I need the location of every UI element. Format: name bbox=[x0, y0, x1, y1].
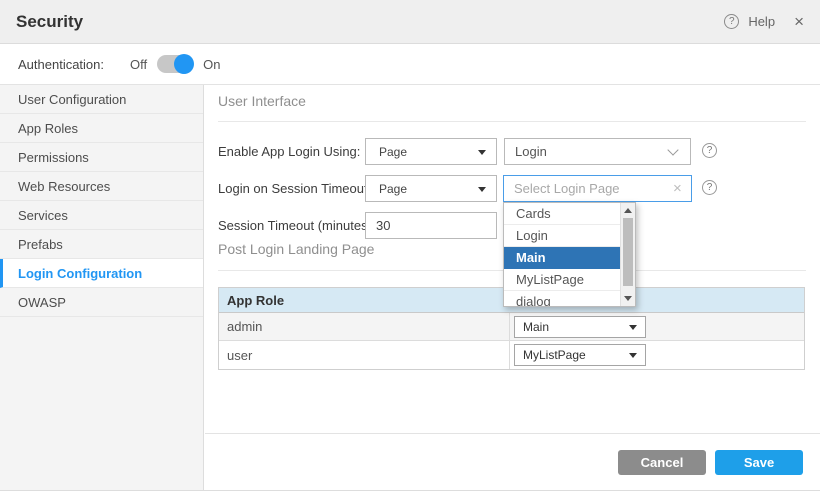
dropdown-option-main[interactable]: Main bbox=[504, 247, 620, 269]
landing-page-select-user[interactable]: MyListPage bbox=[514, 344, 646, 366]
session-timeout-label: Session Timeout (minutes): bbox=[218, 212, 376, 239]
landing-page-select-admin[interactable]: Main bbox=[514, 316, 646, 338]
dropdown-option-login[interactable]: Login bbox=[504, 225, 620, 247]
main-panel: User Interface Enable App Login Using: P… bbox=[205, 85, 820, 490]
login-on-timeout-help-icon[interactable]: ? bbox=[702, 180, 717, 195]
authentication-toggle[interactable] bbox=[157, 55, 193, 73]
security-dialog: Security ? Help × Authentication: Off On… bbox=[0, 0, 820, 491]
dropdown-caret-icon bbox=[629, 353, 637, 358]
enable-app-login-label: Enable App Login Using: bbox=[218, 138, 360, 165]
authentication-label: Authentication: bbox=[18, 57, 104, 72]
sidebar: User Configuration App Roles Permissions… bbox=[0, 85, 204, 490]
session-timeout-input[interactable] bbox=[365, 212, 497, 239]
clear-x-icon[interactable]: × bbox=[673, 181, 682, 196]
dropdown-scrollbar[interactable] bbox=[620, 203, 635, 306]
selected-value: Page bbox=[379, 145, 407, 159]
sidebar-item-app-roles[interactable]: App Roles bbox=[0, 114, 203, 143]
section-divider bbox=[218, 121, 806, 122]
selected-value: Page bbox=[379, 182, 407, 196]
login-on-timeout-type-select[interactable]: Page bbox=[365, 175, 497, 202]
sidebar-item-owasp[interactable]: OWASP bbox=[0, 288, 203, 317]
role-cell: user bbox=[219, 341, 510, 369]
close-icon[interactable]: × bbox=[794, 13, 804, 30]
login-on-timeout-label: Login on Session Timeout: bbox=[218, 175, 371, 202]
selected-value: MyListPage bbox=[523, 348, 586, 362]
dropdown-caret-icon bbox=[478, 150, 486, 155]
sidebar-item-permissions[interactable]: Permissions bbox=[0, 143, 203, 172]
save-button[interactable]: Save bbox=[715, 450, 803, 475]
sidebar-item-services[interactable]: Services bbox=[0, 201, 203, 230]
toggle-off-label: Off bbox=[130, 57, 147, 72]
dropdown-option-dialog[interactable]: dialog bbox=[504, 291, 620, 307]
footer-divider bbox=[205, 433, 820, 434]
section-title-user-interface: User Interface bbox=[218, 93, 306, 109]
toggle-on-label: On bbox=[203, 57, 220, 72]
table-row: admin Main bbox=[219, 313, 804, 341]
enable-app-login-page-select[interactable]: Login bbox=[504, 138, 691, 165]
selected-value: Main bbox=[523, 320, 549, 334]
enable-app-login-help-icon[interactable]: ? bbox=[702, 143, 717, 158]
page-title: Security bbox=[16, 12, 83, 32]
dropdown-caret-icon bbox=[478, 187, 486, 192]
role-cell: admin bbox=[219, 313, 510, 340]
sidebar-item-login-configuration[interactable]: Login Configuration bbox=[0, 259, 203, 288]
authentication-bar: Authentication: Off On bbox=[0, 44, 820, 85]
scroll-up-icon[interactable] bbox=[624, 208, 632, 213]
dropdown-option-mylistpage[interactable]: MyListPage bbox=[504, 269, 620, 291]
section-title-post-login: Post Login Landing Page bbox=[218, 241, 374, 257]
cancel-button[interactable]: Cancel bbox=[618, 450, 706, 475]
enable-app-login-type-select[interactable]: Page bbox=[365, 138, 497, 165]
sidebar-item-web-resources[interactable]: Web Resources bbox=[0, 172, 203, 201]
table-row: user MyListPage bbox=[219, 341, 804, 369]
login-page-search-input[interactable] bbox=[503, 175, 692, 202]
login-page-dropdown: Cards Login Main MyListPage dialog bbox=[503, 202, 636, 307]
titlebar: Security ? Help × bbox=[0, 0, 820, 44]
selected-value: Login bbox=[515, 144, 547, 159]
scrollbar-thumb[interactable] bbox=[623, 218, 633, 286]
dropdown-option-cards[interactable]: Cards bbox=[504, 203, 620, 225]
sidebar-item-prefabs[interactable]: Prefabs bbox=[0, 230, 203, 259]
scroll-down-icon[interactable] bbox=[624, 296, 632, 301]
toggle-knob bbox=[174, 54, 194, 74]
help-question-circle-icon[interactable]: ? bbox=[724, 14, 739, 29]
help-button[interactable]: Help bbox=[748, 14, 775, 29]
sidebar-item-user-configuration[interactable]: User Configuration bbox=[0, 85, 203, 114]
dropdown-caret-icon bbox=[629, 325, 637, 330]
chevron-down-icon bbox=[667, 144, 678, 155]
